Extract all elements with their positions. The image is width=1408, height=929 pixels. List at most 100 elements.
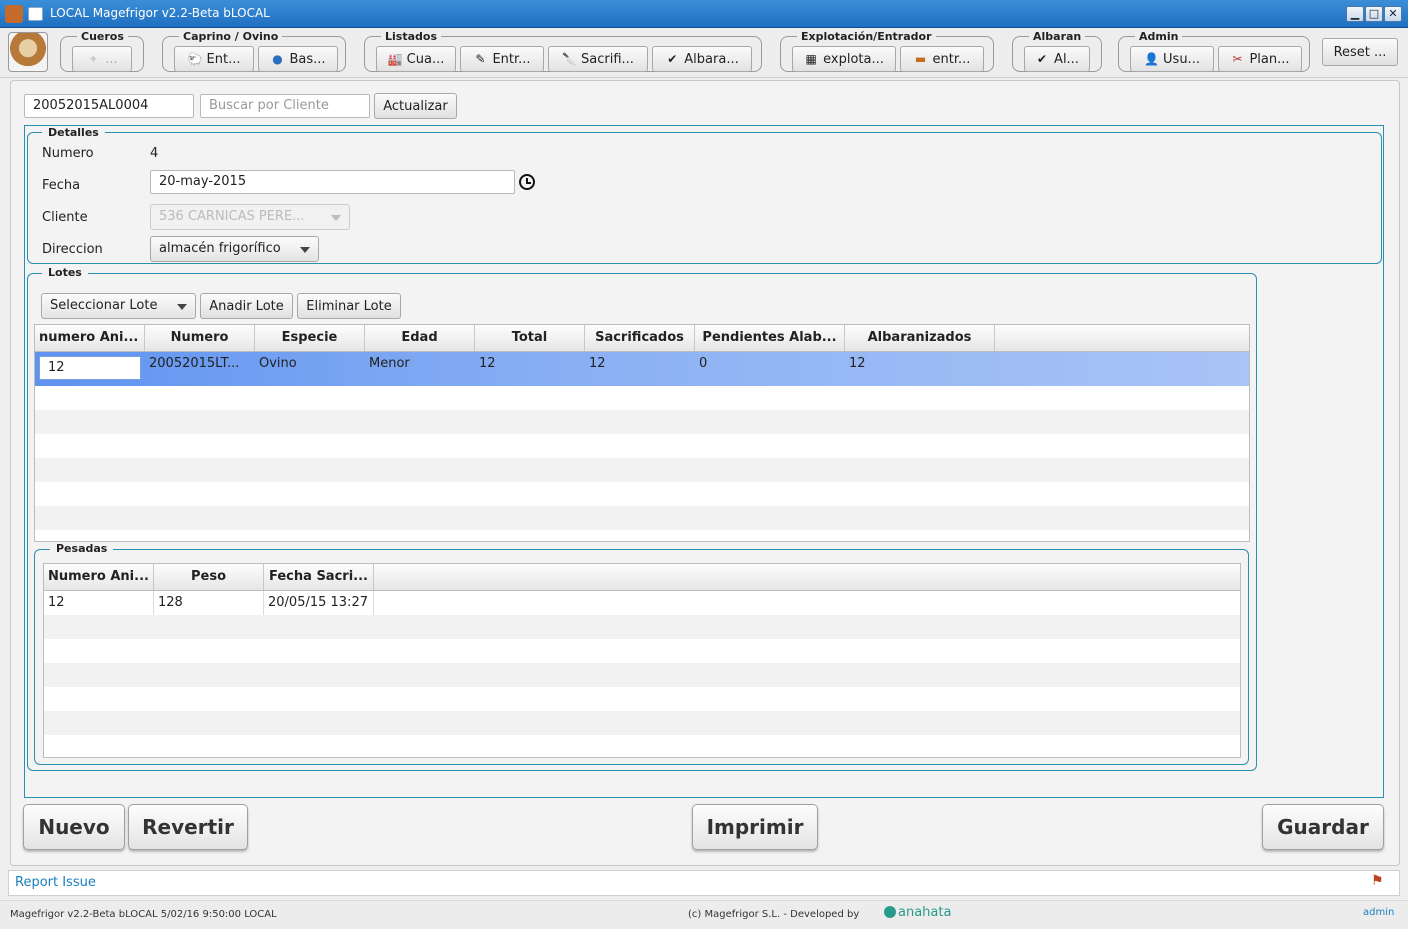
revertir-button[interactable]: Revertir xyxy=(128,804,248,850)
albaran-button[interactable]: ✔ Al... xyxy=(1024,46,1090,72)
syringe-icon: ✎ xyxy=(475,52,486,66)
table-row-empty xyxy=(35,482,1249,506)
pesadas-table-header: Numero Ani... Peso Fecha Sacri... xyxy=(44,564,1240,591)
plantillas-button[interactable]: ✂ Plan... xyxy=(1218,46,1302,72)
albaran-number-field[interactable]: 20052015AL0004 xyxy=(24,94,194,118)
column-header[interactable]: Fecha Sacri... xyxy=(264,564,374,590)
sacrificios-button-label: Sacrifi... xyxy=(581,51,634,67)
table-row-empty xyxy=(35,458,1249,482)
app-logo-icon xyxy=(5,5,23,23)
document-check-icon: ✔ xyxy=(1037,52,1048,66)
group-title-cueros: Cueros xyxy=(77,30,128,43)
albaranes-list-button[interactable]: ✔ Albara... xyxy=(652,46,752,72)
table-row-empty xyxy=(44,639,1240,663)
title-bar[interactable]: LOCAL Magefrigor v2.2-Beta bLOCAL ▁ □ ✕ xyxy=(0,0,1408,28)
eliminar-lote-button[interactable]: Eliminar Lote xyxy=(297,293,401,319)
table-cell[interactable]: 12 xyxy=(35,352,145,386)
pesadas-legend: Pesadas xyxy=(50,542,114,555)
report-bar: Report Issue ⚑ xyxy=(8,870,1400,896)
status-bar: Magefrigor v2.2-Beta bLOCAL 5/02/16 9:50… xyxy=(0,900,1408,929)
numero-animal-editor[interactable]: 12 xyxy=(39,356,141,380)
column-header[interactable]: Peso xyxy=(154,564,264,590)
close-button[interactable]: ✕ xyxy=(1384,6,1402,22)
cuadrante-button[interactable]: 🏭 Cua... xyxy=(376,46,456,72)
fecha-input[interactable]: 20-may-2015 xyxy=(150,170,515,194)
group-title-listados: Listados xyxy=(381,30,441,43)
truck-icon: ▬ xyxy=(914,52,927,66)
albaranes-list-button-label: Albara... xyxy=(684,51,739,67)
bug-report-icon[interactable]: ⚑ xyxy=(1371,873,1389,893)
farm-icon: ▦ xyxy=(805,52,817,66)
column-header[interactable]: Sacrificados xyxy=(585,325,695,351)
lotes-table-header: numero Ani... Numero Especie Edad Total … xyxy=(35,325,1249,352)
window-menu-icon[interactable] xyxy=(28,7,43,21)
entrador-button[interactable]: ▬ entr... xyxy=(900,46,984,72)
cliente-search-input[interactable]: Buscar por Cliente xyxy=(200,94,370,118)
table-cell[interactable]: 20/05/15 13:27 xyxy=(264,591,374,615)
window-title: LOCAL Magefrigor v2.2-Beta bLOCAL xyxy=(50,6,270,20)
column-header[interactable]: Total xyxy=(475,325,585,351)
table-cell[interactable]: 20052015LT... xyxy=(145,352,255,386)
bascula-button[interactable]: ● Bas... xyxy=(258,46,338,72)
lotes-legend: Lotes xyxy=(42,266,88,279)
document-check-icon: ✔ xyxy=(667,52,678,66)
table-row-empty xyxy=(35,506,1249,530)
table-row[interactable]: 12 128 20/05/15 13:27 xyxy=(44,591,1240,615)
group-title-admin: Admin xyxy=(1135,30,1183,43)
anahata-logo-icon xyxy=(884,906,896,918)
table-row-empty xyxy=(35,410,1249,434)
column-header[interactable]: Edad xyxy=(365,325,475,351)
usuarios-button[interactable]: 👤 Usu... xyxy=(1130,46,1214,72)
table-row-empty xyxy=(44,711,1240,735)
table-cell[interactable]: 0 xyxy=(695,352,845,386)
version-info: Magefrigor v2.2-Beta bLOCAL 5/02/16 9:50… xyxy=(10,909,277,920)
factory-icon: 🏭 xyxy=(387,52,403,66)
table-row-empty xyxy=(44,735,1240,757)
clock-icon[interactable] xyxy=(519,174,535,190)
current-user: admin xyxy=(1363,907,1395,918)
column-header[interactable]: Especie xyxy=(255,325,365,351)
table-cell[interactable]: 12 xyxy=(845,352,995,386)
column-header[interactable]: Albaranizados xyxy=(845,325,995,351)
report-issue-link[interactable]: Report Issue xyxy=(15,875,96,890)
table-cell[interactable]: Ovino xyxy=(255,352,365,386)
column-header[interactable]: Numero Ani... xyxy=(44,564,154,590)
refresh-button[interactable]: Actualizar xyxy=(374,93,457,119)
sacrificios-button[interactable]: 🔪 Sacrifi... xyxy=(548,46,648,72)
fecha-label: Fecha xyxy=(42,178,81,193)
anadir-lote-button[interactable]: Anadir Lote xyxy=(200,293,293,319)
hide-icon: ✦ xyxy=(88,52,99,66)
table-cell[interactable]: 12 xyxy=(44,591,154,615)
table-cell[interactable]: Menor xyxy=(365,352,475,386)
globe-icon: ● xyxy=(272,52,283,66)
table-row-selected[interactable]: 12 20052015LT... Ovino Menor 12 12 0 12 xyxy=(35,352,1249,386)
detalles-legend: Detalles xyxy=(42,126,105,139)
group-title-caprino-ovino: Caprino / Ovino xyxy=(179,30,283,43)
table-cell[interactable]: 12 xyxy=(585,352,695,386)
explotacion-button[interactable]: ▦ explota... xyxy=(792,46,896,72)
nuevo-button[interactable]: Nuevo xyxy=(23,804,125,850)
table-cell[interactable]: 12 xyxy=(475,352,585,386)
numero-label: Numero xyxy=(42,146,94,161)
entradas-list-button[interactable]: ✎ Entr... xyxy=(460,46,544,72)
direccion-select[interactable]: almacén frigorífico xyxy=(150,236,319,262)
pesadas-table: Numero Ani... Peso Fecha Sacri... 12 128… xyxy=(43,563,1241,758)
column-header[interactable]: numero Ani... xyxy=(35,325,145,351)
column-header[interactable]: Numero xyxy=(145,325,255,351)
reset-button[interactable]: Reset ... xyxy=(1322,38,1398,66)
column-header[interactable]: Pendientes Alab... xyxy=(695,325,845,351)
maximize-button[interactable]: □ xyxy=(1365,6,1383,22)
imprimir-button[interactable]: Imprimir xyxy=(692,804,818,850)
table-cell[interactable]: 128 xyxy=(154,591,264,615)
group-title-albaran: Albaran xyxy=(1029,30,1086,43)
minimize-button[interactable]: ▁ xyxy=(1346,6,1364,22)
guardar-button[interactable]: Guardar xyxy=(1262,804,1384,850)
cow-logo-icon xyxy=(8,32,48,72)
entrada-button[interactable]: 🐑 Ent... xyxy=(174,46,254,72)
numero-value: 4 xyxy=(150,146,159,161)
table-row-empty xyxy=(44,663,1240,687)
cliente-select[interactable]: 536 CARNICAS PERE... xyxy=(150,204,350,230)
cueros-button[interactable]: ✦ ... xyxy=(72,46,132,72)
seleccionar-lote-select[interactable]: Seleccionar Lote xyxy=(41,293,196,319)
table-row-empty xyxy=(44,687,1240,711)
